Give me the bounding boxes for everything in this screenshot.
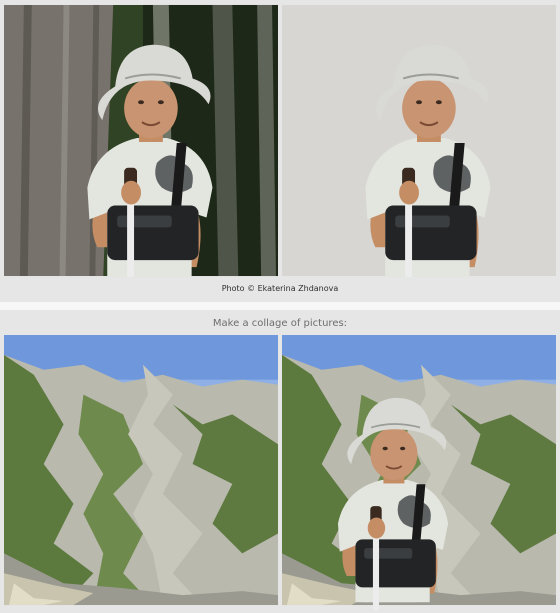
mountain-landscape-image [4,335,278,606]
cutout-photo[interactable] [282,4,556,277]
mountain-photo[interactable] [4,334,278,610]
collage-result-image [282,335,556,610]
collage-photo[interactable] [282,334,556,610]
boy-cutout-image [282,4,556,277]
top-panel: Photo © Ekaterina Zhdanova [0,0,560,302]
boy-in-forest-image [4,4,278,277]
photo-credit: Photo © Ekaterina Zhdanova [221,284,339,293]
forest-original-photo[interactable] [4,4,278,277]
collage-title: Make a collage of pictures: [212,318,348,329]
bottom-panel: Make a collage of pictures: [0,310,560,613]
section-divider [0,302,560,310]
